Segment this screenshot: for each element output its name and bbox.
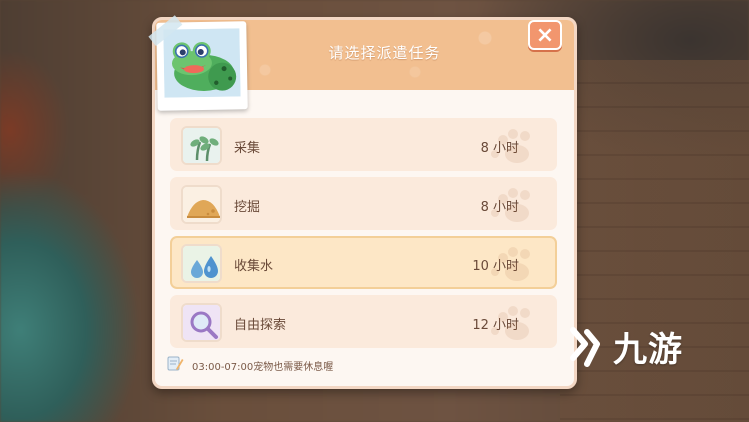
rest-time-note: 03:00-07:00宠物也需要休息喔 [192, 362, 334, 373]
task-name: 挖掘 [234, 200, 261, 215]
task-row-free-explore[interactable]: 自由探索 12 小时 [170, 295, 557, 348]
watermark-text: 九游 [613, 329, 683, 370]
note-pencil-icon [167, 356, 184, 371]
task-row-collect-water[interactable]: 收集水 10 小时 [170, 236, 557, 289]
task-name: 采集 [234, 141, 261, 156]
task-name: 自由探索 [234, 318, 287, 333]
close-button[interactable]: × [528, 20, 562, 50]
dirt-mound-icon [181, 185, 222, 224]
sprout-icon [181, 126, 222, 165]
task-name: 收集水 [234, 259, 274, 274]
pet-photo [148, 15, 248, 111]
task-row-gather[interactable]: 采集 8 小时 [170, 118, 557, 171]
paw-print-icon [491, 188, 530, 222]
jiuyou-logo [570, 327, 600, 367]
jiuyou-watermark: 九游 [563, 316, 723, 376]
task-row-dig[interactable]: 挖掘 8 小时 [170, 177, 557, 230]
paw-print-icon [491, 306, 530, 340]
paw-print-icon [491, 247, 530, 281]
frog-pet-avatar [163, 28, 241, 98]
water-drops-icon [181, 244, 222, 283]
paw-print-icon [491, 129, 530, 163]
magnifier-icon [181, 303, 222, 342]
